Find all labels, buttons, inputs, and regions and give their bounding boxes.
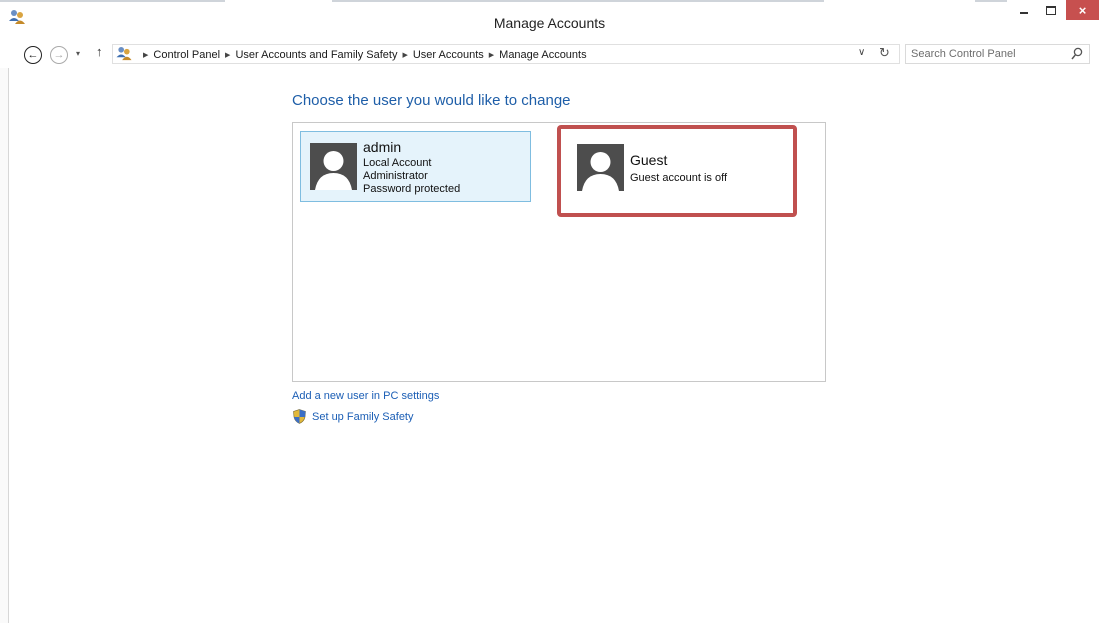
chevron-down-icon: ▾ [76, 49, 81, 58]
account-type: Local Account [363, 157, 432, 169]
page-heading: Choose the user you would like to change [292, 92, 571, 109]
back-arrow-icon: ← [27, 49, 39, 61]
window-title: Manage Accounts [493, 15, 606, 31]
chevron-down-icon: ∨ [858, 47, 866, 58]
maximize-button[interactable] [1038, 0, 1064, 20]
title-accent-right [975, 0, 1007, 2]
breadcrumb: ▶ Control Panel ▶ User Accounts and Fami… [138, 47, 587, 63]
minimize-icon [1020, 12, 1028, 14]
forward-button[interactable]: → [50, 46, 68, 64]
family-safety-link[interactable]: Set up Family Safety [312, 411, 414, 423]
uac-shield-icon [293, 409, 306, 424]
search-input[interactable] [911, 47, 1061, 61]
up-arrow-icon: ↑ [96, 44, 103, 59]
account-name-admin: admin [363, 139, 402, 155]
search-icon[interactable] [1071, 47, 1083, 61]
breadcrumb-separator-icon[interactable]: ▶ [489, 51, 494, 59]
guest-highlight-box [557, 125, 797, 217]
user-accounts-icon [116, 46, 132, 61]
title-accent-left [0, 0, 225, 2]
up-button[interactable]: ↑ [96, 44, 103, 59]
breadcrumb-item-control-panel[interactable]: Control Panel [153, 49, 220, 61]
close-button[interactable]: × [1066, 0, 1099, 20]
account-password-status: Password protected [363, 183, 461, 195]
breadcrumb-item-user-accounts-family-safety[interactable]: User Accounts and Family Safety [235, 49, 397, 61]
breadcrumb-separator-icon[interactable]: ▶ [143, 51, 148, 59]
refresh-button[interactable]: ↻ [879, 45, 890, 61]
breadcrumb-item-manage-accounts[interactable]: Manage Accounts [499, 49, 586, 61]
title-accent-mid [332, 0, 824, 2]
recent-locations-button[interactable]: ▾ [76, 49, 80, 58]
refresh-icon: ↻ [879, 45, 890, 60]
maximize-icon [1046, 5, 1056, 15]
breadcrumb-separator-icon[interactable]: ▶ [225, 51, 230, 59]
breadcrumb-item-user-accounts[interactable]: User Accounts [413, 49, 484, 61]
forward-arrow-icon: → [53, 49, 65, 61]
breadcrumb-separator-icon[interactable]: ▶ [402, 51, 407, 59]
left-pane-edge [0, 68, 9, 623]
user-avatar-icon [310, 143, 357, 190]
back-button[interactable]: ← [24, 46, 42, 64]
minimize-button[interactable] [1011, 0, 1037, 20]
account-role: Administrator [363, 170, 428, 182]
close-icon: × [1078, 2, 1087, 18]
add-new-user-link[interactable]: Add a new user in PC settings [292, 390, 439, 402]
title-bar: Manage Accounts × [0, 0, 1099, 40]
address-dropdown-button[interactable]: ∨ [858, 47, 865, 58]
